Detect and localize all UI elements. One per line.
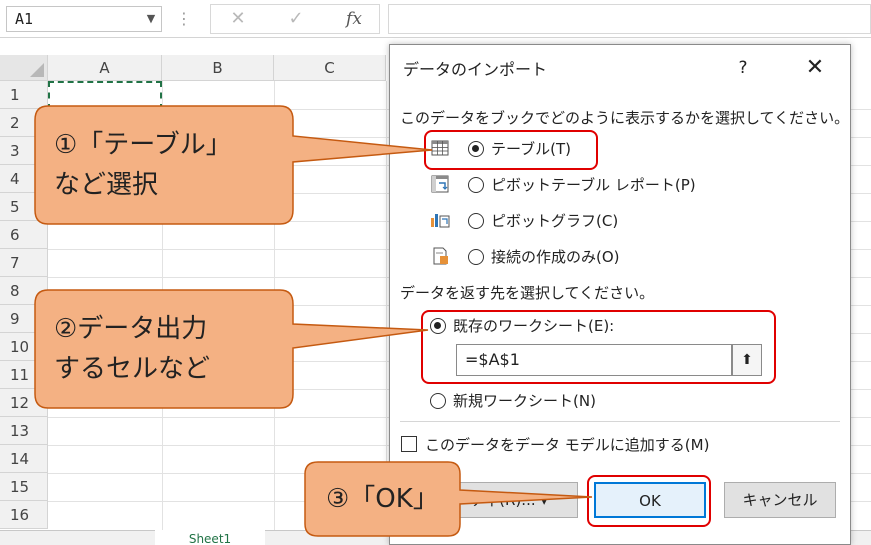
row-header[interactable]: 16 (0, 501, 48, 529)
grid-divider (274, 81, 275, 545)
row-header[interactable]: 5 (0, 193, 48, 221)
confirm-entry-icon[interactable]: ✓ (276, 6, 316, 32)
insert-function-icon[interactable]: fx (334, 6, 374, 32)
radio-pivot-table[interactable] (468, 177, 484, 193)
row-header[interactable]: 11 (0, 361, 48, 389)
new-worksheet-label[interactable]: 新規ワークシート(N) (453, 390, 596, 411)
close-button[interactable]: ✕ (798, 54, 832, 82)
properties-button-label: ティ(R)... (470, 491, 536, 509)
row-header[interactable]: 15 (0, 473, 48, 501)
callout-step1-line2: など選択 (54, 170, 159, 200)
radio-new-worksheet[interactable] (430, 393, 446, 409)
column-header-b[interactable]: B (162, 55, 274, 81)
data-model-checkbox[interactable] (401, 436, 417, 452)
name-box-dropdown-icon[interactable]: ▼ (140, 6, 162, 32)
row-header[interactable]: 13 (0, 417, 48, 445)
row-header[interactable]: 1 (0, 81, 48, 109)
dialog-separator (400, 421, 840, 422)
option-connection-only-label[interactable]: 接続の作成のみ(O) (491, 246, 620, 267)
row-header[interactable]: 4 (0, 165, 48, 193)
active-cell-a1[interactable] (48, 81, 162, 110)
cancel-entry-icon[interactable]: ✕ (218, 6, 258, 32)
callout-step1-line1: ①「テーブル」 (54, 130, 232, 160)
select-all-triangle-icon (30, 63, 44, 77)
radio-pivot-chart[interactable] (468, 213, 484, 229)
highlight-ok-button (587, 475, 711, 527)
destination-prompt: データを返す先を選択してください。 (400, 284, 655, 302)
connection-icon (433, 247, 448, 265)
help-button[interactable]: ? (728, 54, 758, 82)
callout-step2-line1: ②データ出力 (54, 314, 208, 344)
column-header-a[interactable]: A (48, 55, 162, 81)
name-box[interactable]: A1 (6, 6, 162, 32)
callout-step3: ③「OK」 (326, 484, 439, 514)
row-header[interactable]: 6 (0, 221, 48, 249)
formula-bar-grip-icon: ⋮ (176, 9, 192, 28)
row-header[interactable]: 14 (0, 445, 48, 473)
row-header[interactable]: 3 (0, 137, 48, 165)
option-pivot-table-label[interactable]: ピボットテーブル レポート(P) (491, 174, 696, 195)
sheet-tab[interactable]: Sheet1 (155, 530, 265, 545)
data-model-label[interactable]: このデータをデータ モデルに追加する(M) (425, 434, 709, 455)
column-header-c[interactable]: C (274, 55, 386, 81)
dialog-title: データのインポート (403, 60, 548, 79)
formula-input[interactable] (388, 4, 871, 34)
option-pivot-chart-label[interactable]: ピボットグラフ(C) (491, 210, 618, 231)
radio-connection-only[interactable] (468, 249, 484, 265)
row-header[interactable]: 10 (0, 333, 48, 361)
row-header[interactable]: 7 (0, 249, 48, 277)
grid-divider (386, 81, 387, 545)
pivot-table-icon (431, 175, 449, 193)
cancel-button[interactable]: キャンセル (724, 482, 836, 518)
row-header[interactable]: 9 (0, 305, 48, 333)
callout-step2-line2: するセルなど (54, 354, 211, 384)
row-header[interactable]: 12 (0, 389, 48, 417)
row-header[interactable]: 2 (0, 109, 48, 137)
pivot-chart-icon (431, 214, 450, 228)
view-prompt: このデータをブックでどのように表示するかを選択してください。 (400, 109, 850, 127)
properties-button[interactable]: ティ(R)... ▾ (440, 482, 578, 518)
highlight-table-option (424, 130, 598, 170)
row-header[interactable]: 8 (0, 277, 48, 305)
properties-dropdown-icon: ▾ (540, 491, 548, 509)
highlight-destination (421, 310, 776, 384)
